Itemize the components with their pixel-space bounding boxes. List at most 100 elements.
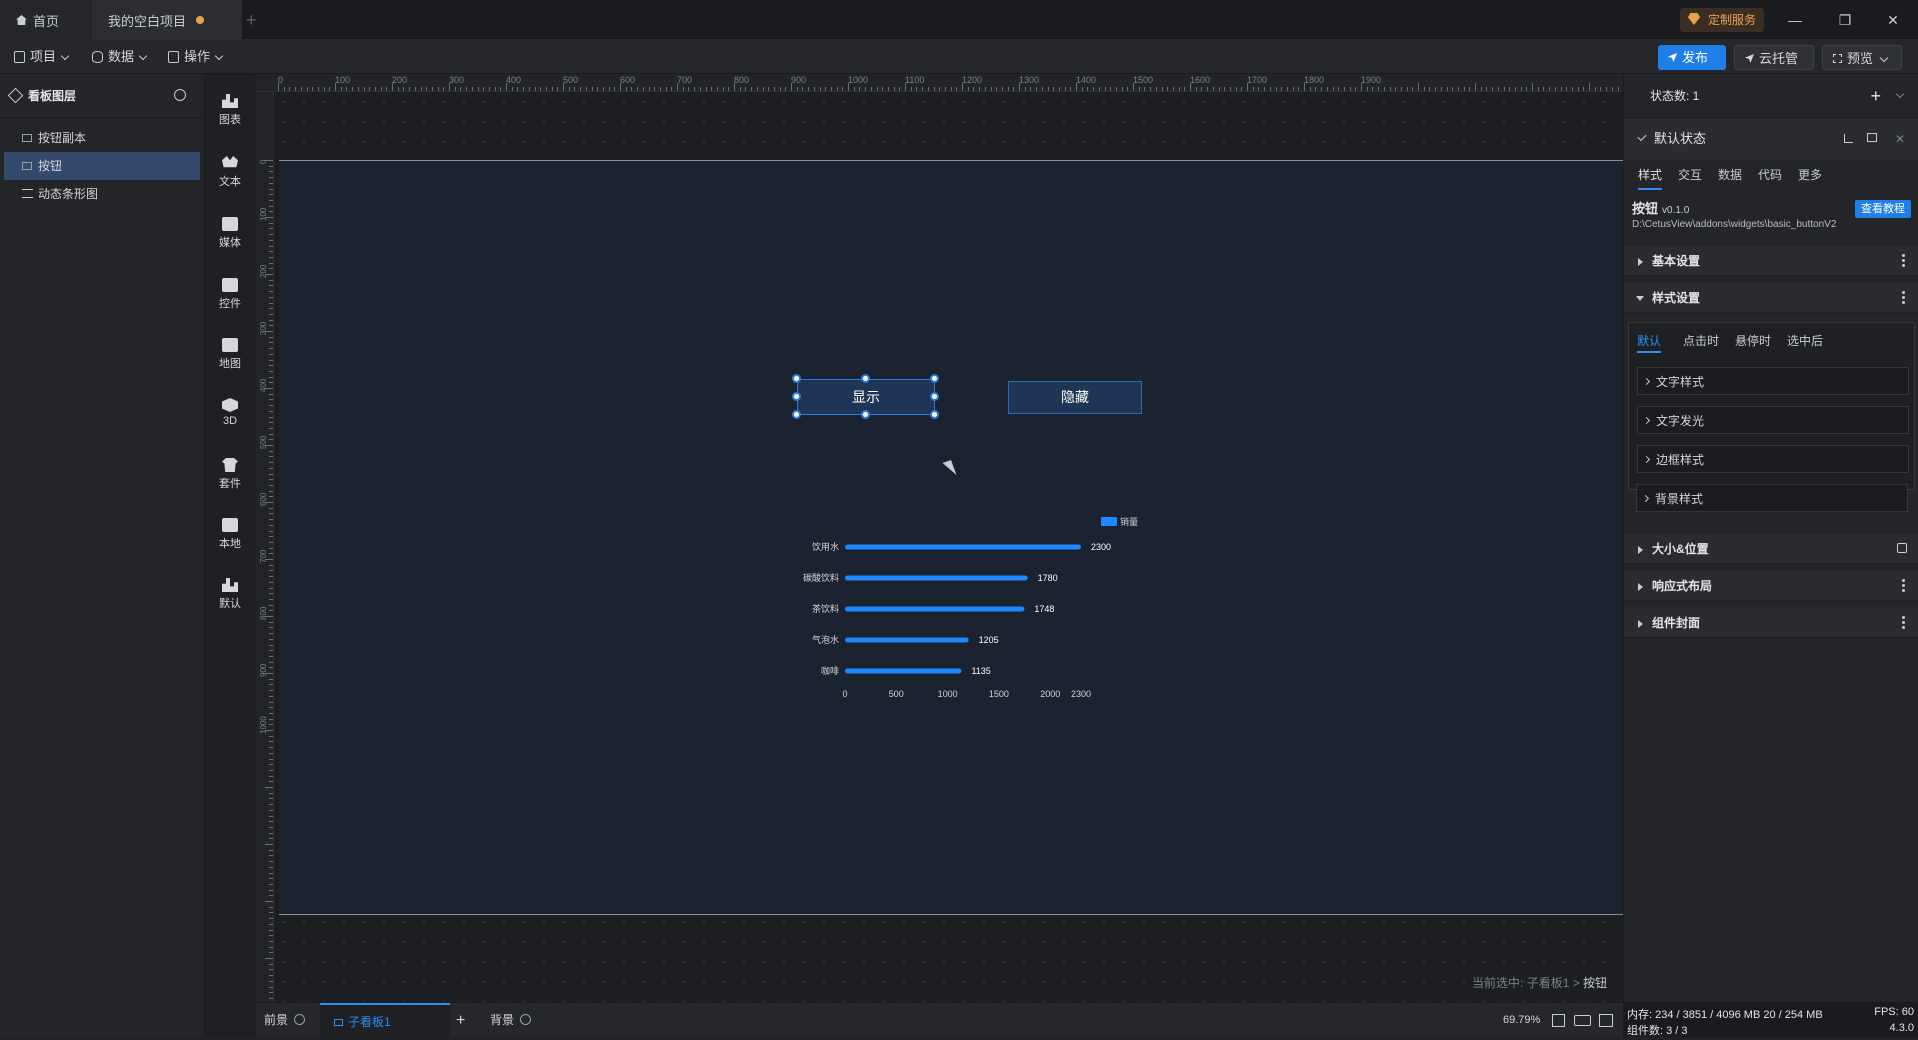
ruler-left[interactable]: 0 100 200 300 400 500 600 700 800 900 1000	[256, 92, 274, 1002]
resize-handle[interactable]	[792, 374, 801, 383]
cloud-host-button[interactable]: 云托管	[1734, 45, 1814, 70]
ruler-tick	[269, 718, 273, 720]
tab-style[interactable]: 样式	[1638, 160, 1663, 190]
comp-chart[interactable]: 图表	[205, 86, 255, 134]
ruler-tick	[659, 87, 661, 91]
ruler-tick	[269, 245, 273, 247]
menu-data[interactable]: 数据	[92, 40, 148, 74]
more-vertical-icon[interactable]	[1902, 579, 1905, 594]
tab-code[interactable]: 代码	[1758, 160, 1782, 190]
add-tab-icon[interactable]: +	[246, 10, 257, 31]
tab-sub-board[interactable]: 子看板1	[320, 1003, 450, 1038]
ruler-tick	[950, 87, 952, 91]
ruler-tick	[269, 365, 273, 367]
publish-button[interactable]: 发布	[1658, 45, 1726, 70]
component-path: D:\CetusView\addons\widgets\basic_button…	[1632, 219, 1837, 230]
comp-kit[interactable]: 套件	[205, 450, 255, 498]
comp-text[interactable]: 文本	[205, 148, 255, 196]
comp-3d[interactable]: 3D	[205, 390, 255, 438]
section-responsive[interactable]: 响应式布局	[1624, 571, 1918, 601]
ruler-tick	[836, 87, 838, 91]
layer-item-button-copy[interactable]: 按钮副本	[0, 124, 204, 152]
keyboard-icon[interactable]	[1574, 1015, 1591, 1026]
close-icon[interactable]: ✕	[1895, 118, 1905, 160]
resize-handle[interactable]	[930, 374, 939, 383]
more-vertical-icon[interactable]	[1902, 291, 1905, 306]
add-circle-icon[interactable]	[520, 1014, 532, 1025]
ruler-tick	[1321, 87, 1323, 91]
ruler-tick	[269, 712, 273, 714]
lock-icon[interactable]	[1897, 543, 1907, 553]
minimize-icon[interactable]: —	[1780, 8, 1810, 32]
add-circle-icon[interactable]	[294, 1014, 306, 1025]
menu-project[interactable]: 项目	[14, 40, 70, 74]
resize-handle[interactable]	[861, 410, 870, 419]
comp-control[interactable]: 控件	[205, 270, 255, 318]
section-cover[interactable]: 组件封面	[1624, 608, 1918, 638]
search-icon[interactable]	[174, 89, 186, 101]
comp-map[interactable]: 地图	[205, 330, 255, 378]
section-size-position[interactable]: 大小&位置	[1624, 534, 1918, 564]
more-vertical-icon[interactable]	[1902, 254, 1905, 269]
comp-default[interactable]: 默认	[205, 570, 255, 618]
add-board-icon[interactable]: +	[456, 1003, 465, 1038]
tab-foreground[interactable]: 前景	[264, 1003, 306, 1038]
ruler-tick	[1469, 87, 1471, 91]
style-item-text[interactable]: 文字样式	[1637, 367, 1909, 395]
copy-icon[interactable]	[1867, 133, 1877, 142]
layer-item-bar-chart[interactable]: 动态条形图	[0, 180, 204, 208]
resize-handle[interactable]	[930, 410, 939, 419]
ruler-tick	[1549, 87, 1551, 91]
tab-more[interactable]: 更多	[1798, 160, 1822, 190]
resize-handle[interactable]	[930, 392, 939, 401]
ruler-top[interactable]: 0 100 200 300 400 500 600 700 800 900 1000 1100 1200…	[256, 74, 1623, 92]
app-version: 4.3.0	[1889, 1022, 1914, 1034]
ruler-tick	[449, 83, 450, 91]
chevron-down-icon[interactable]	[1895, 89, 1905, 99]
ruler-tick	[654, 87, 656, 91]
section-style-settings[interactable]: 样式设置	[1624, 283, 1918, 313]
style-item-background[interactable]: 背景样式	[1636, 484, 1908, 512]
style-tab-click[interactable]: 点击时	[1683, 329, 1719, 353]
section-basic-settings[interactable]: 基本设置	[1624, 246, 1918, 276]
tab-interaction[interactable]: 交互	[1678, 160, 1702, 190]
ruler-tick	[265, 388, 273, 389]
resize-handle[interactable]	[861, 374, 870, 383]
comp-media[interactable]: 媒体	[205, 209, 255, 257]
tab-background[interactable]: 背景	[490, 1003, 532, 1038]
fit-screen-icon[interactable]	[1552, 1014, 1565, 1027]
style-tab-hover[interactable]: 悬停时	[1735, 329, 1771, 353]
layer-item-button[interactable]: 按钮	[4, 152, 200, 180]
restore-icon[interactable]: ❐	[1830, 8, 1860, 32]
comp-local[interactable]: 本地	[205, 510, 255, 558]
bar-chart[interactable]: 销量饮用水 2300 碳酸饮料 1780 茶饮料 1748 气泡水 1205 咖啡 1135 0 50…	[789, 511, 1209, 701]
add-state-icon[interactable]: +	[1870, 74, 1881, 118]
more-vertical-icon[interactable]	[1902, 616, 1905, 631]
menu-bar: 项目 数据 操作 发布 云托管 预览	[0, 40, 1918, 74]
default-state-row[interactable]: 默认状态 ✕	[1624, 118, 1918, 160]
edit-icon[interactable]	[1844, 134, 1853, 143]
custom-service-button[interactable]: 定制服务	[1680, 8, 1765, 32]
tab-project[interactable]: 我的空白项目	[92, 0, 242, 40]
menu-operation[interactable]: 操作	[168, 40, 224, 74]
tab-home[interactable]: 首页	[0, 0, 92, 40]
ruler-tick	[620, 83, 621, 91]
style-item-border[interactable]: 边框样式	[1637, 445, 1909, 473]
style-tab-selected[interactable]: 选中后	[1787, 329, 1823, 353]
terminal-icon[interactable]	[1599, 1014, 1613, 1027]
style-item-glow[interactable]: 文字发光	[1637, 406, 1909, 434]
style-tab-default[interactable]: 默认	[1637, 329, 1662, 353]
ruler-tick	[762, 87, 764, 91]
tutorial-button[interactable]: 查看教程	[1855, 200, 1911, 218]
ruler-tick	[283, 87, 285, 91]
resize-handle[interactable]	[792, 410, 801, 419]
resize-handle[interactable]	[792, 392, 801, 401]
sub-board[interactable]: 显示 隐藏 销量 饮用水 2300 碳酸饮料 1780 茶饮料 1748 气泡水 1205 咖啡 1…	[279, 160, 1623, 915]
tab-data[interactable]: 数据	[1718, 160, 1742, 190]
hide-button[interactable]: 隐藏	[1008, 381, 1142, 414]
close-icon[interactable]: ✕	[1878, 8, 1908, 32]
preview-button[interactable]: 预览	[1822, 45, 1902, 70]
zoom-level[interactable]: 69.79%	[1503, 1003, 1540, 1038]
section-label: 响应式布局	[1652, 579, 1713, 593]
canvas-area[interactable]: 0 100 200 300 400 500 600 700 800 900 1000 1100 1200…	[256, 74, 1623, 1002]
